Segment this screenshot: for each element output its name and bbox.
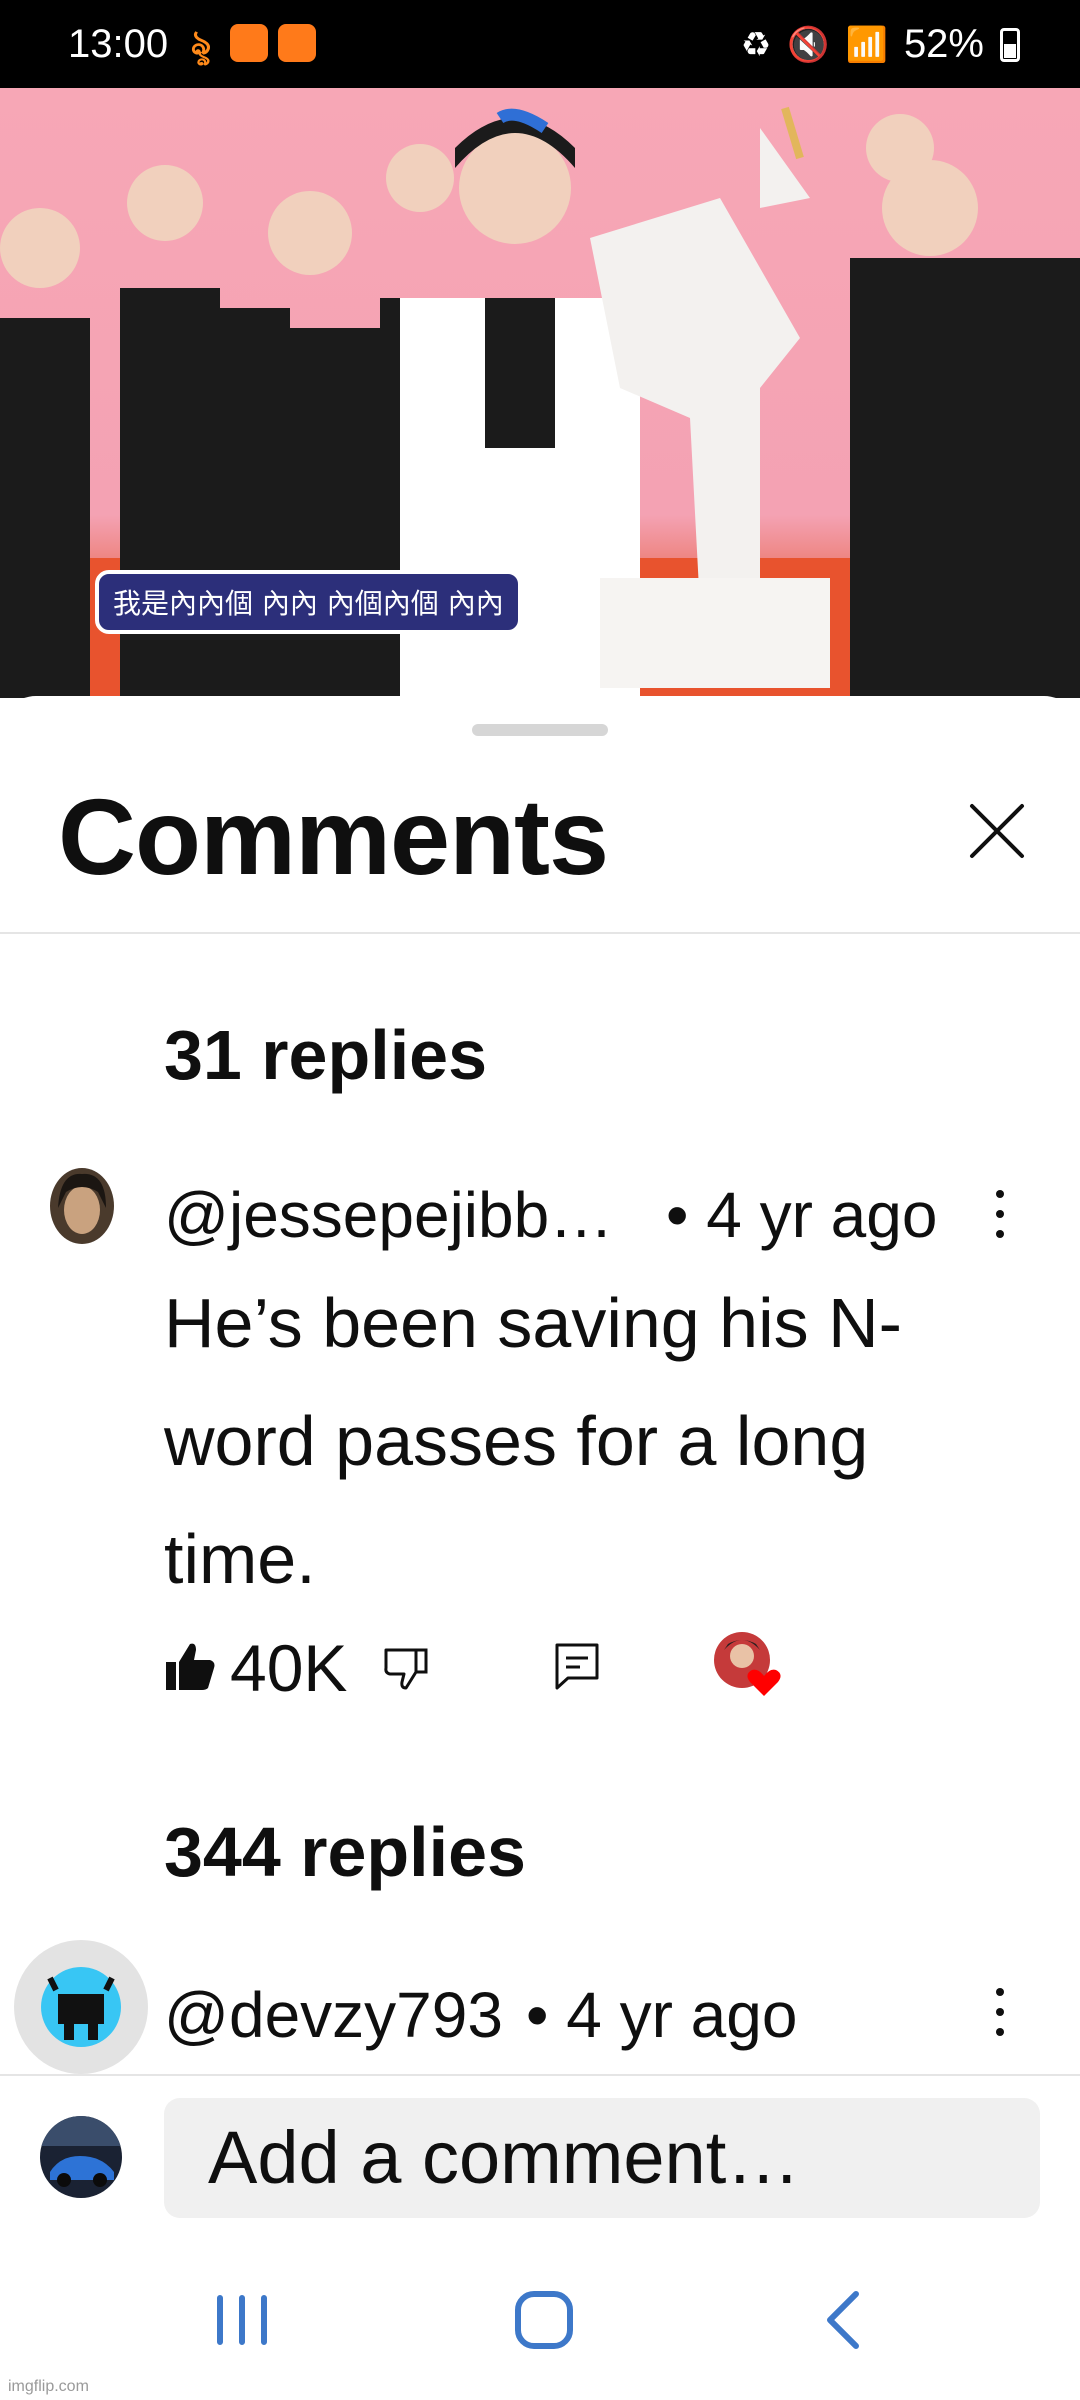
mute-icon: 🔇 bbox=[787, 25, 830, 64]
close-button[interactable] bbox=[966, 800, 1028, 862]
back-icon[interactable] bbox=[806, 2280, 886, 2360]
comment-timestamp: • 4 yr ago bbox=[526, 1979, 798, 2051]
system-status-icons: ♻ 🔇 📶 52% bbox=[741, 22, 1020, 67]
close-icon bbox=[970, 804, 1024, 858]
battery-icon bbox=[1000, 27, 1020, 62]
creator-heart-badge bbox=[712, 1630, 788, 1711]
status-bar: 13:00 ৡ ♻ 🔇 📶 52% bbox=[0, 0, 1080, 88]
replies-heading[interactable]: 31 replies bbox=[164, 1015, 487, 1095]
thumbs-down-icon[interactable] bbox=[382, 1644, 430, 1692]
sheet-title: Comments bbox=[58, 776, 609, 897]
like-count: 40K bbox=[230, 1631, 348, 1705]
video-player[interactable]: 我是內內個 內內 內個內個 內內 bbox=[0, 88, 1080, 698]
app-notification-icon: ৡ bbox=[190, 24, 212, 62]
watermark: imgflip.com bbox=[8, 2378, 89, 2395]
avatar-image bbox=[50, 1168, 114, 1244]
video-subtitle: 我是內內個 內內 內個內個 內內 bbox=[95, 570, 522, 634]
comment-text: He’s been saving his N-word passes for a… bbox=[164, 1284, 902, 1598]
notification-icons: ৡ bbox=[182, 24, 316, 62]
more-vert-icon[interactable] bbox=[990, 1984, 1010, 2044]
eco-mode-icon: ♻ bbox=[740, 25, 772, 64]
sheet-drag-handle[interactable] bbox=[472, 724, 608, 736]
user-avatar-image bbox=[40, 2116, 122, 2198]
header-divider bbox=[0, 932, 1080, 934]
more-vert-icon[interactable] bbox=[990, 1186, 1010, 1246]
creator-heart-icon bbox=[714, 1632, 781, 1696]
home-icon[interactable] bbox=[504, 2280, 584, 2360]
app-notification-icon bbox=[278, 24, 316, 62]
avatar[interactable] bbox=[14, 1940, 148, 2074]
avatar-image bbox=[41, 1967, 121, 2047]
recent-apps-icon[interactable] bbox=[202, 2280, 282, 2360]
reply-icon[interactable] bbox=[554, 1642, 600, 1692]
comment-author[interactable]: @jessepejibb… bbox=[164, 1178, 613, 1252]
user-avatar[interactable] bbox=[40, 2116, 122, 2198]
wifi-icon: 📶 bbox=[845, 25, 888, 64]
system-nav-bar bbox=[0, 2224, 1080, 2400]
app-notification-icon bbox=[230, 24, 268, 62]
thumbs-up-icon[interactable] bbox=[164, 1640, 216, 1692]
battery-percent: 52% bbox=[903, 22, 984, 66]
status-time: 13:00 bbox=[68, 22, 169, 66]
add-comment-input[interactable]: Add a comment… bbox=[164, 2098, 1040, 2218]
avatar[interactable] bbox=[50, 1168, 114, 1244]
comment-author[interactable]: @devzy793 bbox=[164, 1978, 503, 2052]
comment-timestamp: • 4 yr ago bbox=[666, 1179, 938, 1251]
comment-composer: Add a comment… bbox=[0, 2074, 1080, 2224]
replies-heading[interactable]: 344 replies bbox=[164, 1812, 526, 1892]
